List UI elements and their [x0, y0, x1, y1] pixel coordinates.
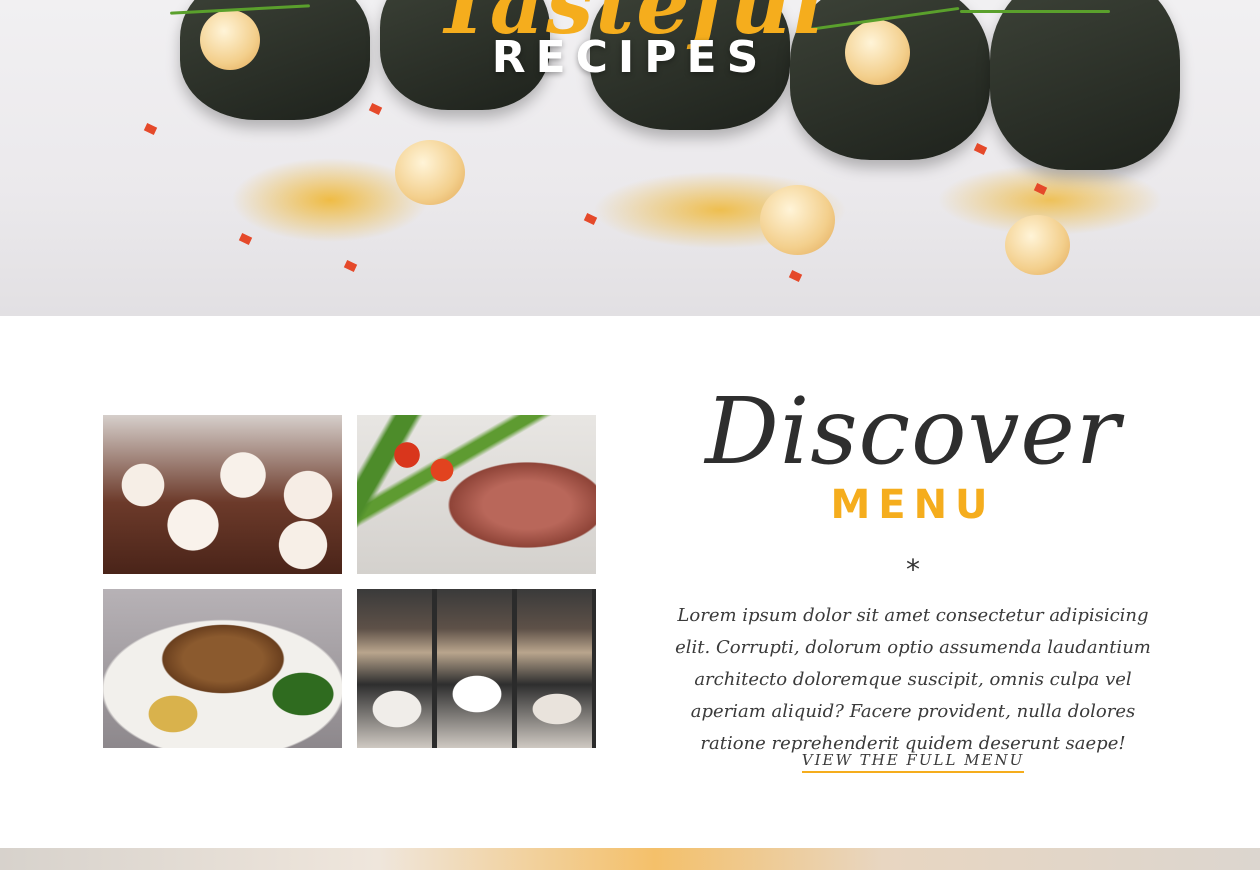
chili-flake: [143, 123, 158, 135]
gallery-image-pork-chop[interactable]: [103, 589, 342, 748]
chili-flake: [583, 213, 598, 225]
gallery-image-gelato[interactable]: [357, 589, 596, 748]
shrimp-image: [1005, 215, 1070, 275]
menu-script-heading: Discover: [705, 378, 1121, 485]
chili-flake: [368, 103, 383, 115]
hero-banner: Tasteful RECIPES: [0, 0, 1260, 316]
shrimp-image: [760, 185, 835, 255]
next-section-image: [0, 848, 1260, 870]
menu-description: Lorem ipsum dolor sit amet consectetur a…: [675, 605, 1151, 754]
view-full-menu-link[interactable]: VIEW THE FULL MENU: [801, 751, 1025, 773]
menu-caps-heading: MENU: [830, 482, 996, 528]
chili-flake: [1033, 183, 1048, 195]
shrimp-image: [395, 140, 465, 205]
gallery-image-cupcakes[interactable]: [103, 415, 342, 574]
chili-flake: [343, 260, 358, 272]
hero-caps-title: RECIPES: [491, 32, 769, 83]
chili-flake: [238, 233, 253, 245]
chili-flake: [788, 270, 803, 282]
asterisk-divider-icon: *: [906, 553, 920, 586]
gallery-image-steak[interactable]: [357, 415, 596, 574]
chili-flake: [973, 143, 988, 155]
menu-link-wrapper: VIEW THE FULL MENU: [660, 751, 1166, 773]
